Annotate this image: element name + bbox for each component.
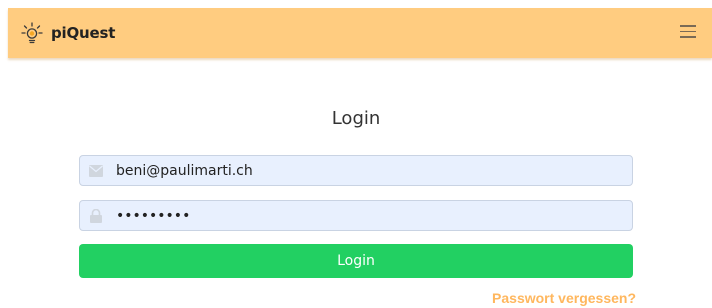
brand-name: piQuest	[51, 24, 116, 42]
brand-home-link[interactable]: piQuest	[20, 21, 115, 45]
lock-icon	[90, 209, 102, 223]
envelope-icon	[89, 165, 103, 177]
password-field	[79, 200, 633, 231]
email-input[interactable]	[116, 156, 616, 185]
navbar: piQuest	[8, 8, 712, 58]
login-title: Login	[331, 108, 381, 129]
hamburger-menu-icon[interactable]	[680, 25, 696, 39]
page: piQuest Login Login Passwort vergessen?	[0, 0, 712, 308]
bulb-logo-icon	[21, 22, 43, 44]
login-button[interactable]: Login	[79, 244, 633, 278]
password-input[interactable]	[116, 201, 616, 230]
email-field	[79, 155, 633, 186]
forgot-password-link[interactable]: Passwort vergessen?	[492, 290, 636, 306]
